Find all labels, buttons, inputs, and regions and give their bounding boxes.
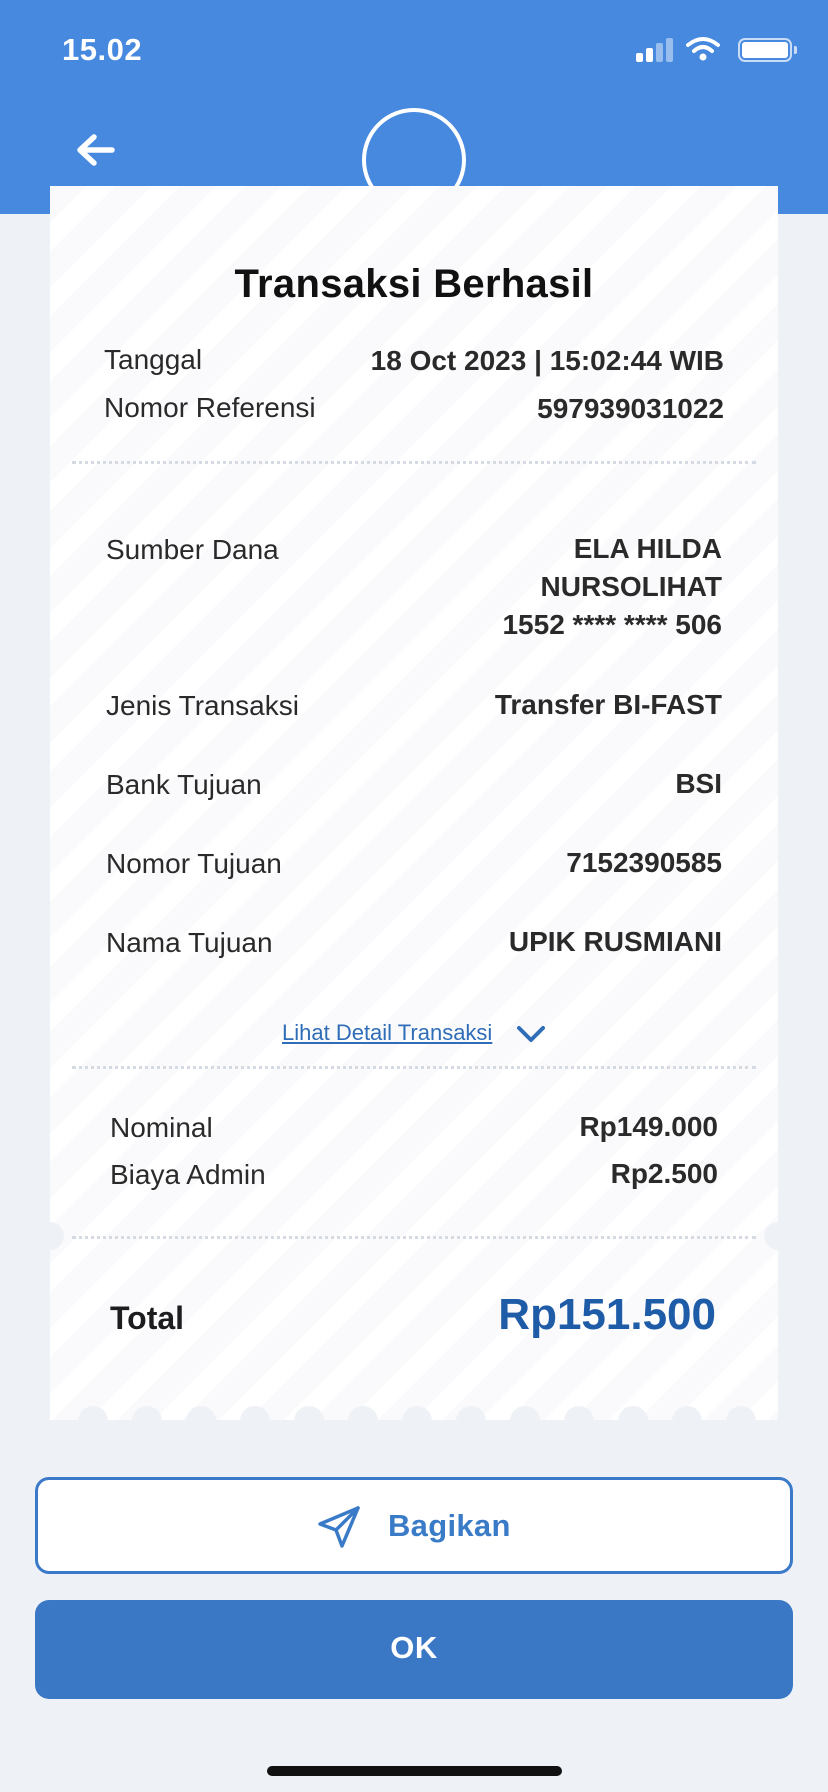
divider bbox=[72, 1236, 756, 1239]
total-label: Total bbox=[110, 1300, 185, 1336]
source-name-line2: NURSOLIHAT bbox=[540, 571, 722, 602]
destination-name-row: Nama Tujuan UPIK RUSMIANI bbox=[106, 926, 722, 967]
back-arrow-icon[interactable] bbox=[74, 132, 116, 168]
chevron-down-icon[interactable] bbox=[516, 1024, 546, 1044]
status-bar-icons bbox=[632, 36, 797, 64]
divider bbox=[72, 461, 756, 464]
total-value: Rp151.500 bbox=[498, 1290, 716, 1339]
source-row: Sumber Dana ELA HILDA NURSOLIHAT 1552 **… bbox=[106, 533, 722, 654]
destination-name-value: UPIK RUSMIANI bbox=[508, 926, 722, 957]
source-name-line1: ELA HILDA bbox=[573, 533, 722, 564]
nominal-row: Nominal Rp149.000 bbox=[110, 1111, 718, 1152]
date-value: 18 Oct 2023 | 15:02:44 WIB bbox=[370, 345, 724, 376]
destination-bank-label: Bank Tujuan bbox=[106, 769, 262, 800]
battery-icon bbox=[738, 38, 797, 62]
destination-number-row: Nomor Tujuan 7152390585 bbox=[106, 847, 722, 888]
receipt-notch-right bbox=[764, 1222, 792, 1250]
destination-name-label: Nama Tujuan bbox=[106, 927, 273, 958]
admin-fee-value: Rp2.500 bbox=[610, 1158, 718, 1189]
admin-fee-row: Biaya Admin Rp2.500 bbox=[110, 1158, 718, 1199]
transaction-type-row: Jenis Transaksi Transfer BI-FAST bbox=[106, 689, 722, 730]
admin-fee-label: Biaya Admin bbox=[110, 1159, 266, 1190]
ok-button-label: OK bbox=[390, 1630, 438, 1665]
nominal-label: Nominal bbox=[110, 1112, 213, 1143]
wifi-icon bbox=[686, 37, 720, 61]
share-button-label: Bagikan bbox=[388, 1508, 511, 1543]
destination-number-label: Nomor Tujuan bbox=[106, 848, 282, 879]
source-label: Sumber Dana bbox=[106, 534, 279, 565]
destination-bank-value: BSI bbox=[675, 768, 722, 799]
reference-row: Nomor Referensi 597939031022 bbox=[104, 392, 724, 432]
share-button[interactable]: Bagikan bbox=[35, 1477, 793, 1574]
destination-bank-row: Bank Tujuan BSI bbox=[106, 768, 722, 809]
destination-number-value: 7152390585 bbox=[566, 847, 722, 878]
cellular-signal-icon bbox=[636, 38, 674, 62]
receipt-title: Transaksi Berhasil bbox=[234, 262, 594, 306]
view-transaction-detail-link[interactable]: Lihat Detail Transaksi bbox=[282, 1020, 492, 1046]
reference-label: Nomor Referensi bbox=[104, 392, 316, 423]
divider bbox=[72, 1066, 756, 1069]
home-indicator[interactable] bbox=[267, 1766, 562, 1776]
nominal-value: Rp149.000 bbox=[579, 1111, 718, 1142]
send-icon bbox=[318, 1506, 360, 1548]
date-label: Tanggal bbox=[104, 344, 203, 375]
receipt-scalloped-edge bbox=[50, 1406, 778, 1426]
status-bar-time: 15.02 bbox=[62, 32, 143, 67]
source-account: 1552 **** **** 506 bbox=[502, 609, 722, 640]
ok-button[interactable]: OK bbox=[35, 1600, 793, 1699]
transaction-type-value: Transfer BI-FAST bbox=[494, 689, 722, 720]
receipt-notch-left bbox=[36, 1222, 64, 1250]
date-row: Tanggal 18 Oct 2023 | 15:02:44 WIB bbox=[104, 344, 724, 384]
transaction-type-label: Jenis Transaksi bbox=[106, 690, 299, 721]
reference-value: 597939031022 bbox=[537, 393, 724, 424]
